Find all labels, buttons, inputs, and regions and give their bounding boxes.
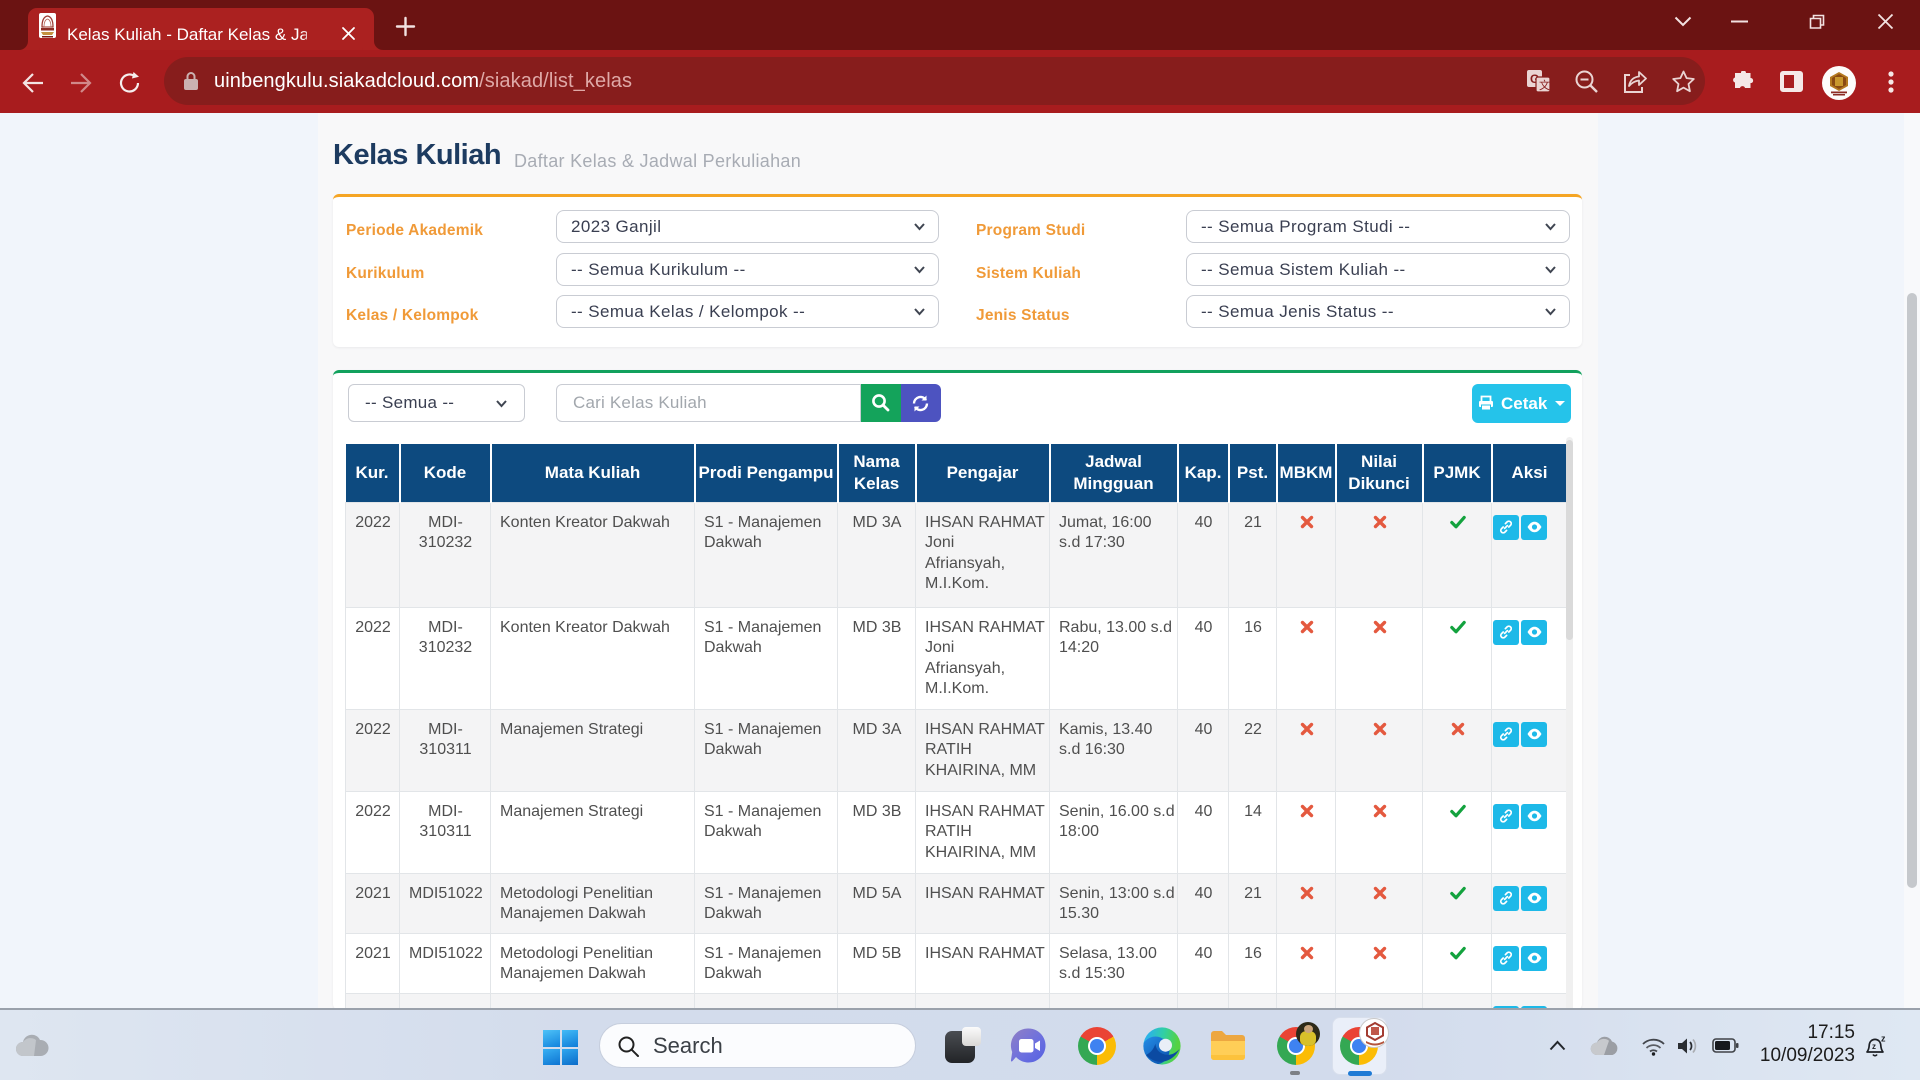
svg-text:z: z	[1881, 1035, 1886, 1044]
svg-text:z: z	[1872, 1042, 1876, 1051]
svg-text:文: 文	[1539, 78, 1550, 92]
